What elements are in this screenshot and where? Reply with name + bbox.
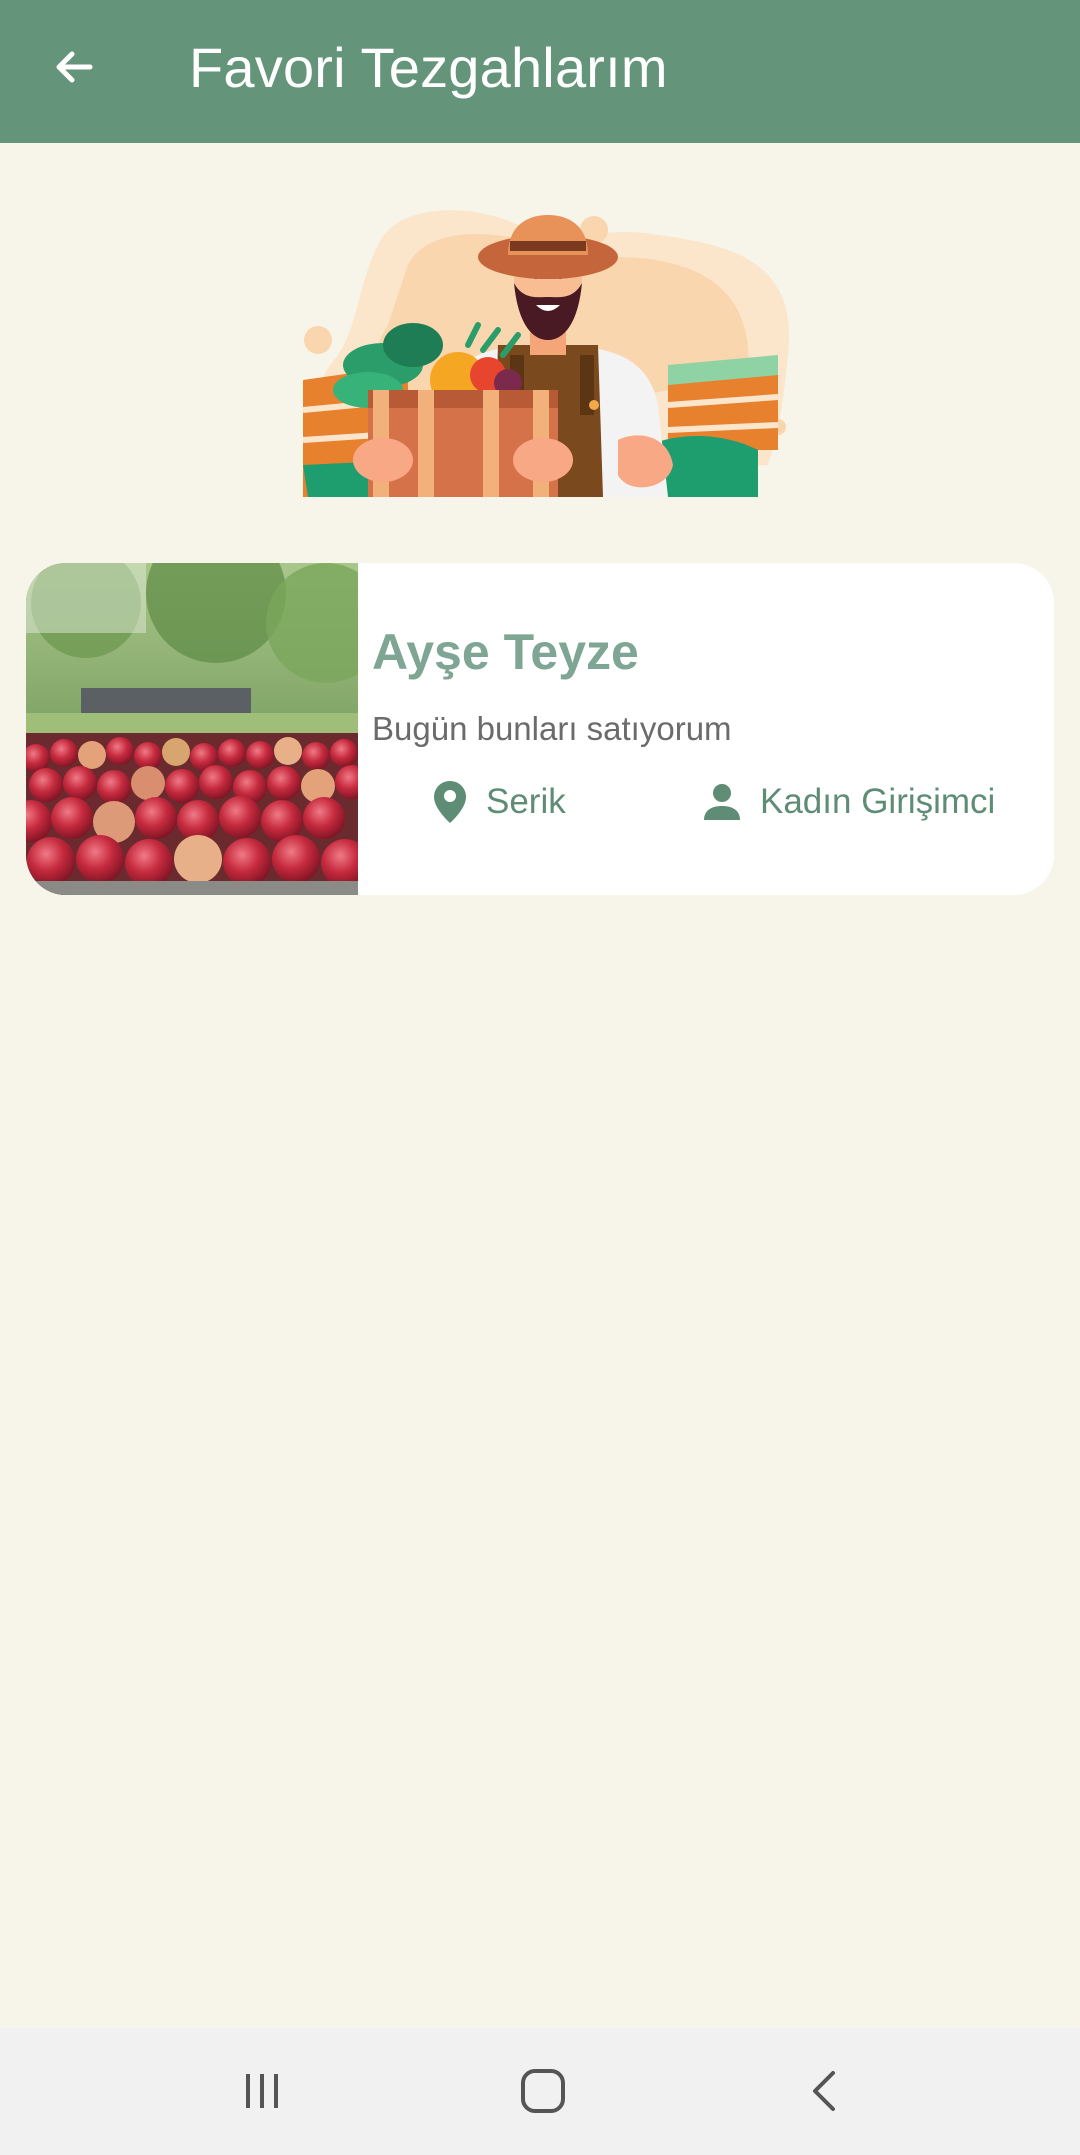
back-chevron-icon: [813, 2071, 835, 2111]
arrow-left-icon: [56, 51, 93, 83]
stall-location: Serik: [432, 777, 566, 827]
location-label: Serik: [486, 782, 566, 821]
location-pin-icon: [434, 781, 466, 823]
home-button[interactable]: [503, 2058, 583, 2124]
stall-name: Ayşe Teyze: [372, 624, 639, 680]
stall-category: Kadın Girişimci: [702, 777, 995, 827]
system-nav-bar: [0, 2028, 1080, 2155]
farmer-illustration: [298, 205, 794, 497]
stall-image-apples: [26, 563, 358, 895]
page-title: Favori Tezgahlarım: [189, 36, 668, 99]
person-icon: [704, 784, 740, 820]
recents-icon: [246, 2074, 278, 2108]
recents-button[interactable]: [222, 2058, 302, 2124]
back-button[interactable]: [40, 33, 108, 101]
category-label: Kadın Girişimci: [760, 782, 996, 821]
app-bar: Favori Tezgahlarım: [0, 0, 1080, 143]
system-back-button[interactable]: [785, 2058, 865, 2124]
home-icon: [521, 2069, 565, 2113]
stall-card[interactable]: Ayşe Teyze Bugün bunları satıyorum Serik…: [26, 563, 1054, 895]
stall-subtitle: Bugün bunları satıyorum: [372, 710, 732, 747]
